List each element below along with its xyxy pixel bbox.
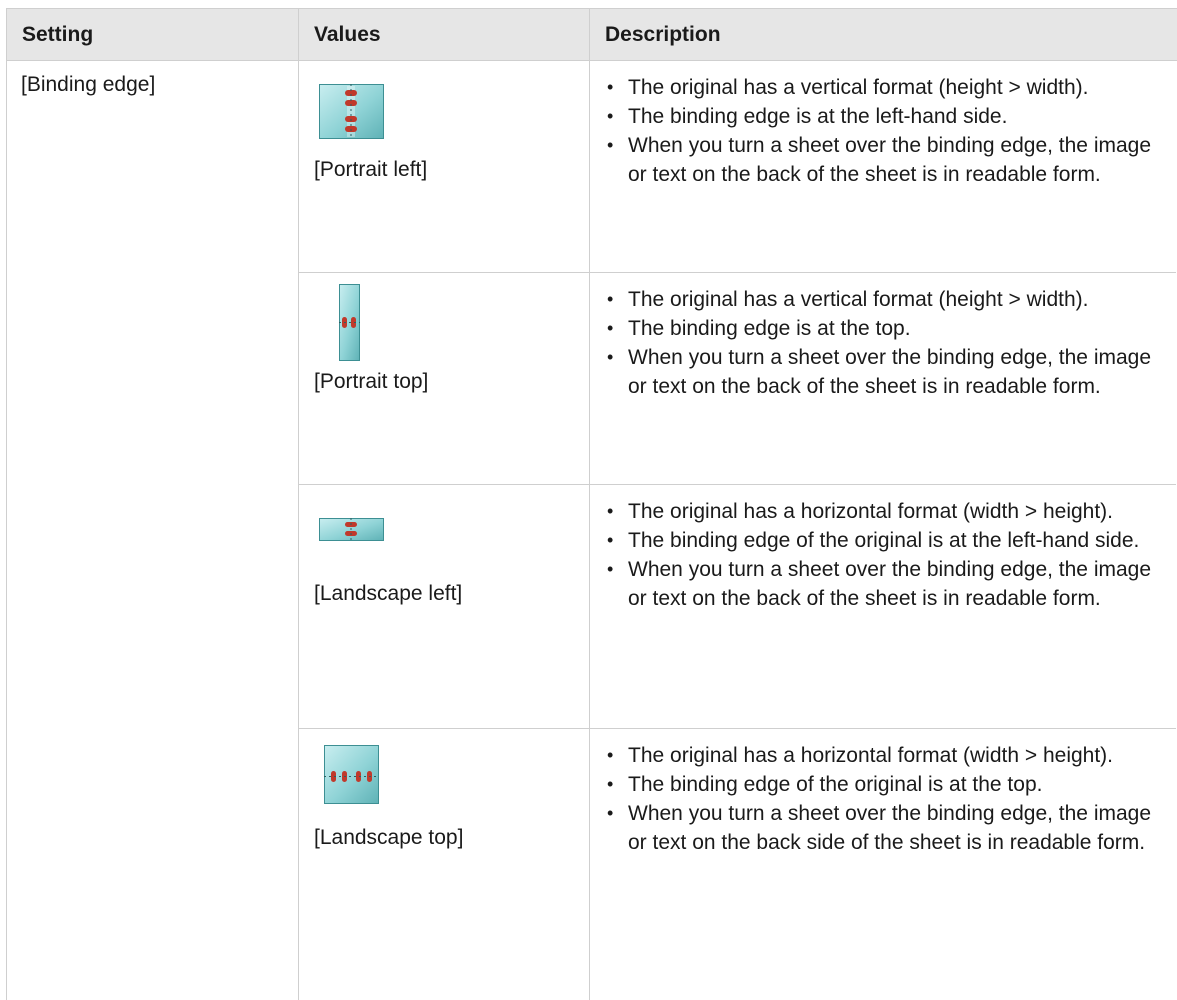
list-item: When you turn a sheet over the binding e… [605, 555, 1156, 613]
description-cell: The original has a vertical format (heig… [590, 273, 1176, 484]
description-cell: The original has a vertical format (heig… [590, 61, 1176, 272]
value-cell: [Landscape left] [299, 485, 590, 728]
table-row: [Portrait left] The original has a verti… [299, 61, 1176, 273]
value-label: [Landscape top] [314, 826, 464, 849]
header-values: Values [299, 9, 590, 60]
portrait-top-icon [339, 284, 360, 361]
table-body: [Binding edge] [Portrait left] • The ori… [7, 61, 1177, 1000]
value-rows: [Portrait left] The original has a verti… [299, 61, 1176, 1000]
header-description: Description [605, 23, 721, 46]
value-cell: [Landscape top] [299, 729, 590, 1000]
table-row: [Portrait top] The original has a vertic… [299, 273, 1176, 485]
description-cell: The original has a horizontal format (wi… [590, 729, 1176, 1000]
list-item: When you turn a sheet over the binding e… [605, 131, 1156, 189]
list-item: When you turn a sheet over the binding e… [605, 799, 1156, 857]
value-label: [Portrait top] [314, 370, 429, 393]
value-cell: [Portrait top] [299, 273, 590, 484]
list-item: The original has a horizontal format (wi… [605, 497, 1156, 526]
table-row: [Landscape left] The original has a hori… [299, 485, 1176, 729]
list-item: The binding edge of the original is at t… [605, 526, 1156, 555]
list-item: The original has a horizontal format (wi… [605, 741, 1156, 770]
table-row: [Landscape top] The original has a horiz… [299, 729, 1176, 1000]
header-setting: Setting [7, 9, 299, 60]
table-header: Setting Values Description [7, 8, 1177, 61]
list-item: The binding edge is at the left-hand sid… [605, 102, 1156, 131]
list-item: The binding edge is at the top. [605, 314, 1156, 343]
list-item: The original has a vertical format (heig… [605, 73, 1156, 102]
value-label: [Landscape left] [314, 582, 463, 605]
list-item: The binding edge of the original is at t… [605, 770, 1156, 799]
description-cell: The original has a horizontal format (wi… [590, 485, 1176, 728]
landscape-left-icon [319, 518, 384, 541]
landscape-top-icon [324, 745, 379, 804]
value-label: [Portrait left] [314, 158, 428, 181]
list-item: The original has a vertical format (heig… [605, 285, 1156, 314]
list-item: When you turn a sheet over the binding e… [605, 343, 1156, 401]
portrait-left-icon [319, 84, 384, 139]
binding-edge-table: Setting Values Description [Binding edge… [6, 8, 1177, 1000]
value-cell: [Portrait left] [299, 61, 590, 272]
setting-name: [Binding edge] [7, 61, 299, 1000]
